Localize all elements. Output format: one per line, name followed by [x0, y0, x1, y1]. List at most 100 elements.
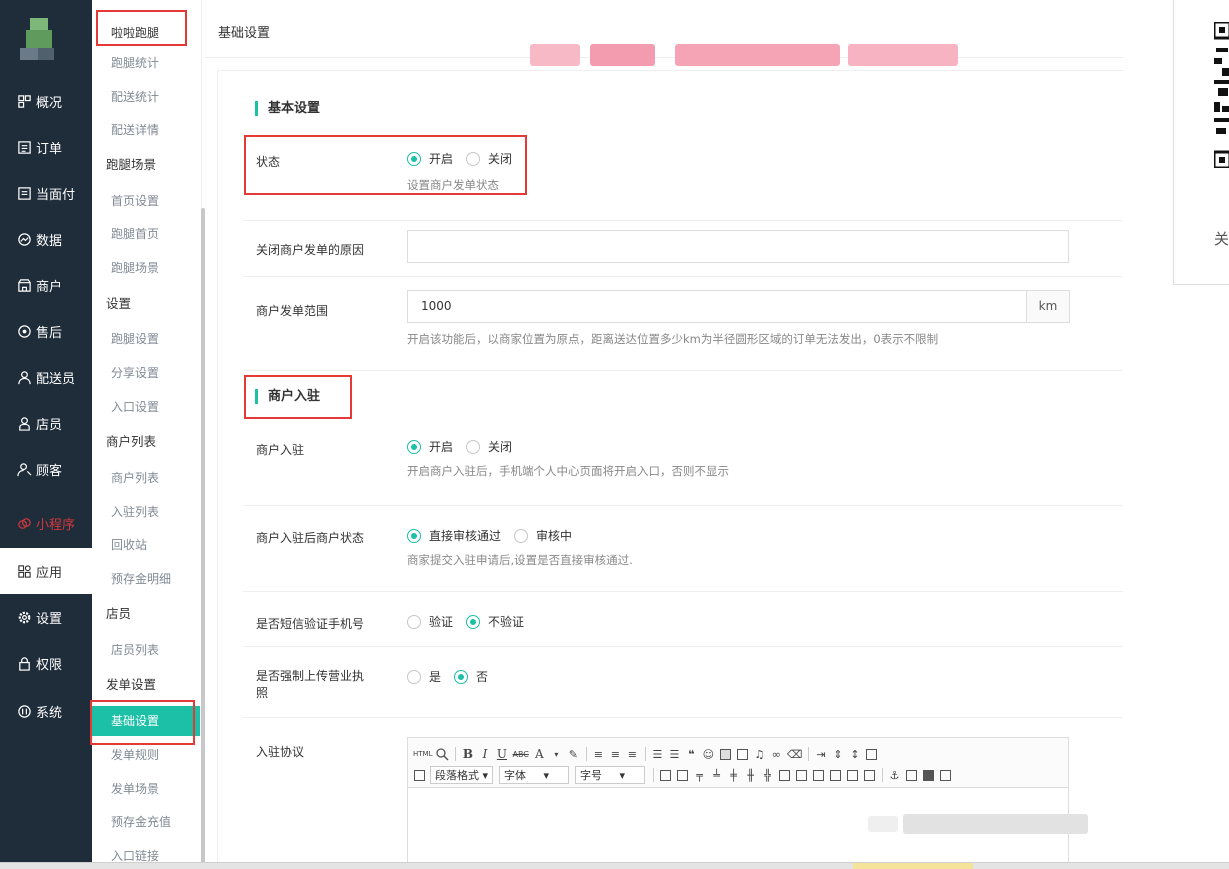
- radio-join-review[interactable]: 审核中: [514, 527, 572, 544]
- nav-item-customer[interactable]: 顾客: [0, 446, 92, 492]
- anchor-icon[interactable]: ⚓: [888, 766, 901, 784]
- quote-icon[interactable]: ❝: [685, 745, 698, 763]
- nav-item-miniprogram[interactable]: 小程序: [0, 500, 92, 546]
- miniprogram-icon: [16, 515, 32, 531]
- print-icon[interactable]: [922, 766, 935, 784]
- nav-item-orders[interactable]: 订单: [0, 124, 92, 170]
- subnav-item[interactable]: 跑腿统计: [92, 48, 200, 78]
- highlight-color-icon[interactable]: ✎: [567, 745, 580, 763]
- dashboard-icon: [16, 93, 32, 109]
- music-icon[interactable]: ♫: [753, 745, 766, 763]
- nav-item-settings[interactable]: 设置: [0, 594, 92, 640]
- subnav-item[interactable]: 配送详情: [92, 115, 200, 145]
- align-right-icon[interactable]: ≡: [626, 745, 639, 763]
- apps-icon: [16, 563, 32, 579]
- radio-license-no[interactable]: 否: [454, 668, 488, 685]
- table-merge-icon[interactable]: ╪: [727, 766, 740, 784]
- table-cell-icon[interactable]: [829, 766, 842, 784]
- subnav-item[interactable]: 预存金明细: [92, 564, 200, 594]
- subnav-item[interactable]: 首页设置: [92, 186, 200, 216]
- subnav-item-basic-settings[interactable]: 基础设置: [92, 706, 200, 736]
- table-cell-icon[interactable]: [863, 766, 876, 784]
- subnav-item[interactable]: 跑腿设置: [92, 324, 200, 354]
- nav-item-aftersale[interactable]: 售后: [0, 308, 92, 354]
- subnav-item[interactable]: 跑腿场景: [92, 253, 200, 283]
- nav-item-pay[interactable]: 当面付: [0, 170, 92, 216]
- subnav-item[interactable]: 商户列表: [92, 463, 200, 493]
- eraser-icon[interactable]: ⌫: [787, 745, 803, 763]
- subnav-item[interactable]: 配送统计: [92, 82, 200, 112]
- subnav-item[interactable]: 发单规则: [92, 740, 200, 770]
- html-source-button[interactable]: HTML: [413, 745, 432, 763]
- subnav-scrollbar[interactable]: [201, 208, 205, 868]
- preview-doc-icon[interactable]: [939, 766, 952, 784]
- subnav-item[interactable]: 预存金充值: [92, 807, 200, 837]
- italic-button[interactable]: I: [478, 745, 491, 763]
- nav-item-courier[interactable]: 配送员: [0, 354, 92, 400]
- line-height-icon[interactable]: ⇕: [831, 745, 844, 763]
- table-icon[interactable]: [659, 766, 672, 784]
- subnav-item[interactable]: 入驻列表: [92, 497, 200, 527]
- video-icon[interactable]: [736, 745, 749, 763]
- qr-code-icon[interactable]: [1214, 22, 1229, 168]
- subnav-item[interactable]: 分享设置: [92, 358, 200, 388]
- align-center-icon[interactable]: ≡: [609, 745, 622, 763]
- nav-item-data[interactable]: 数据: [0, 216, 92, 262]
- subnav-title[interactable]: 啦啦跑腿: [92, 18, 200, 48]
- table-cell-icon[interactable]: [795, 766, 808, 784]
- unordered-list-icon[interactable]: ☰: [668, 745, 681, 763]
- link-icon[interactable]: ∞: [770, 745, 783, 763]
- radio-status-close[interactable]: 关闭: [466, 150, 512, 167]
- nav-item-overview[interactable]: 概况: [0, 78, 92, 124]
- table-delete-icon[interactable]: ╬: [761, 766, 774, 784]
- radio-dot-checked: [407, 151, 421, 166]
- radio-sms-verify[interactable]: 验证: [407, 613, 453, 630]
- template-icon[interactable]: [905, 766, 918, 784]
- image-icon[interactable]: [719, 745, 732, 763]
- customer-icon: [16, 461, 32, 477]
- preview-icon[interactable]: [436, 745, 450, 763]
- range-input[interactable]: 1000: [407, 290, 1027, 323]
- font-size-select[interactable]: 字号 ▾: [575, 766, 646, 784]
- subnav-item[interactable]: 店员列表: [92, 635, 200, 665]
- rich-text-editor[interactable]: HTML B I U ABC A ▾ ✎ ≡ ≡ ≡ ☰ ☰ ❝ ☺ ♫ ∞ ⌫…: [407, 737, 1088, 869]
- radio-sms-no-verify[interactable]: 不验证: [466, 613, 524, 630]
- ordered-list-icon[interactable]: ☰: [651, 745, 664, 763]
- table-split-icon[interactable]: ╫: [744, 766, 757, 784]
- table-cell-icon[interactable]: [846, 766, 859, 784]
- underline-button[interactable]: U: [495, 745, 508, 763]
- strikethrough-button[interactable]: ABC: [512, 745, 528, 763]
- radio-join-close[interactable]: 关闭: [466, 438, 512, 455]
- subnav-item[interactable]: 跑腿首页: [92, 219, 200, 249]
- table-cell-icon[interactable]: [778, 766, 791, 784]
- radio-dot-checked: [466, 614, 481, 629]
- chevron-down-icon[interactable]: ▾: [550, 745, 563, 763]
- radio-join-open[interactable]: 开启: [407, 438, 453, 455]
- spacing-icon[interactable]: ↕: [848, 745, 861, 763]
- table-cell-icon[interactable]: [812, 766, 825, 784]
- nav-item-apps[interactable]: 应用: [0, 548, 92, 594]
- nav-item-merchant[interactable]: 商户: [0, 262, 92, 308]
- bold-button[interactable]: B: [461, 745, 474, 763]
- format-icon[interactable]: [413, 766, 426, 784]
- paragraph-format-select[interactable]: 段落格式 ▾: [430, 766, 494, 784]
- radio-join-approve[interactable]: 直接审核通过: [407, 527, 501, 544]
- close-reason-input[interactable]: [407, 230, 1069, 263]
- font-color-button[interactable]: A: [533, 745, 546, 763]
- fullscreen-icon[interactable]: [865, 745, 878, 763]
- table-row-icon[interactable]: ╤: [693, 766, 706, 784]
- nav-item-permissions[interactable]: 权限: [0, 640, 92, 686]
- nav-item-system[interactable]: 系统: [0, 688, 92, 734]
- subnav-item[interactable]: 回收站: [92, 530, 200, 560]
- radio-status-open[interactable]: 开启: [407, 150, 453, 167]
- font-family-select[interactable]: 字体 ▾: [499, 766, 570, 784]
- nav-item-clerk[interactable]: 店员: [0, 400, 92, 446]
- indent-icon[interactable]: ⇥: [814, 745, 827, 763]
- subnav-item[interactable]: 发单场景: [92, 774, 200, 804]
- align-left-icon[interactable]: ≡: [592, 745, 605, 763]
- emoji-icon[interactable]: ☺: [702, 745, 715, 763]
- table-insert-icon[interactable]: [676, 766, 689, 784]
- table-col-icon[interactable]: ╧: [710, 766, 723, 784]
- radio-license-yes[interactable]: 是: [407, 668, 441, 685]
- subnav-item[interactable]: 入口设置: [92, 392, 200, 422]
